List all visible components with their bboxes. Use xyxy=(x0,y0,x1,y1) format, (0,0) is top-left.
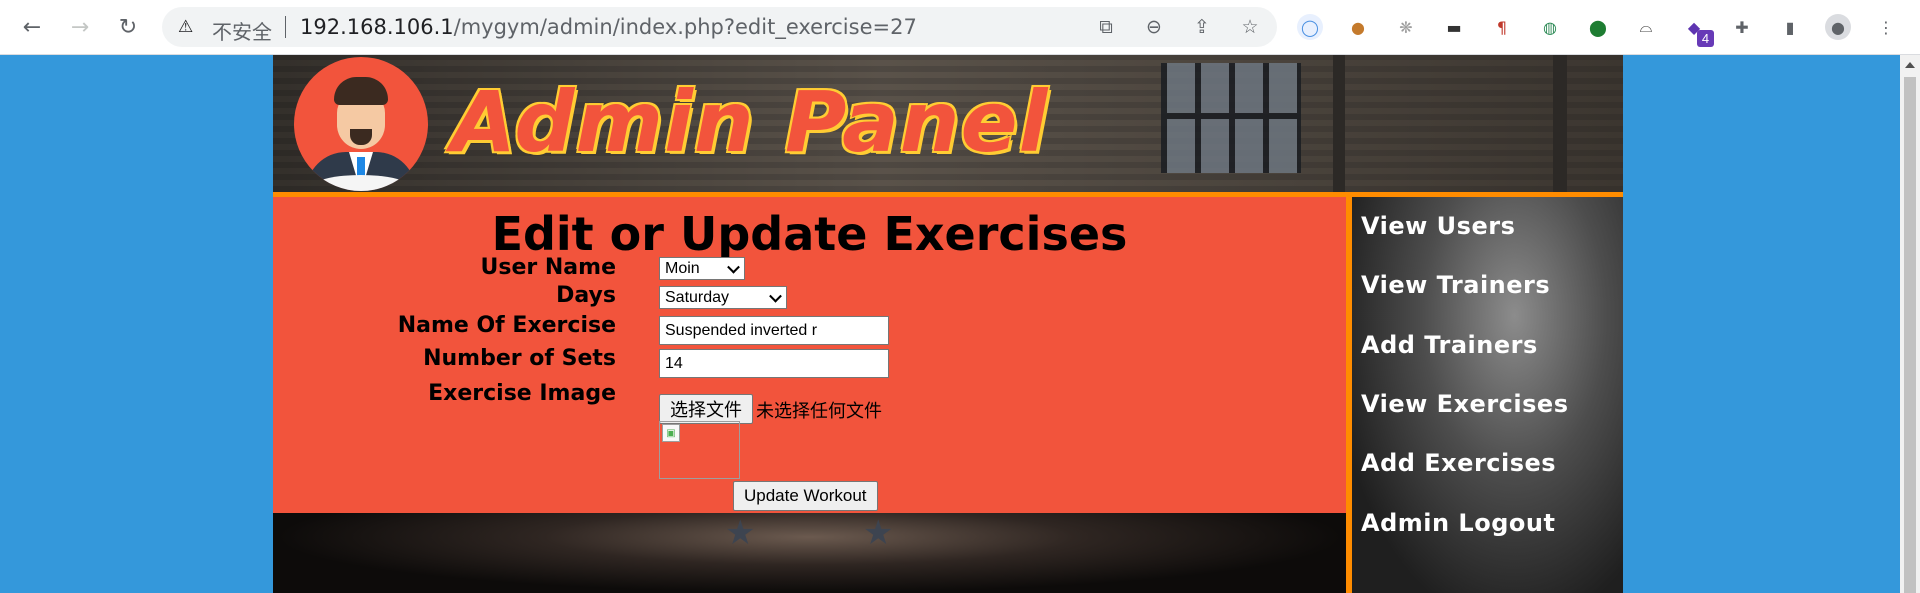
address-bar[interactable]: ⚠ 不安全 192.168.106.1/mygym/admin/index.ph… xyxy=(162,7,1277,47)
forward-button[interactable]: → xyxy=(65,12,95,42)
security-label[interactable]: 不安全 xyxy=(212,16,272,45)
url-text[interactable]: 192.168.106.1/mygym/admin/index.php?edit… xyxy=(300,15,917,39)
cookie-icon[interactable]: ● xyxy=(1345,14,1371,40)
zoom-out-icon[interactable]: ⊖ xyxy=(1142,15,1166,39)
broken-image-icon: ▣ xyxy=(662,424,680,442)
separator xyxy=(285,16,286,38)
sets-value: 14 xyxy=(665,354,683,372)
arrow-right-icon: → xyxy=(70,14,90,40)
browser-toolbar: ← → ↻ ⚠ 不安全 192.168.106.1/mygym/admin/in… xyxy=(0,0,1920,55)
background-beam xyxy=(1553,55,1567,192)
puzzle-icon[interactable]: ✚ xyxy=(1729,14,1755,40)
arrow-left-icon: ← xyxy=(22,14,42,40)
reload-button[interactable]: ↻ xyxy=(113,12,143,42)
main-content: Edit or Update Exercises User Name Moin … xyxy=(273,197,1346,513)
profile-avatar-icon[interactable]: ● xyxy=(1825,14,1851,40)
avatar-hair xyxy=(334,77,388,105)
url-path: /mygym/admin/index.php?edit_exercise=27 xyxy=(453,15,917,39)
star-tattoo-icon: ★ xyxy=(863,513,894,553)
warning-icon[interactable]: ⚠ xyxy=(178,17,198,37)
chevron-down-icon xyxy=(769,289,782,303)
file-status-text: 未选择任何文件 xyxy=(756,401,882,422)
paragraph-icon[interactable]: ¶ xyxy=(1489,14,1515,40)
sets-input[interactable]: 14 xyxy=(659,349,889,378)
sidebar-item-view-exercises[interactable]: View Exercises xyxy=(1361,390,1568,418)
sets-label: Number of Sets xyxy=(423,346,616,371)
extension-count-badge: 4 xyxy=(1697,30,1714,47)
admin-panel-logo-title: Admin Panel xyxy=(451,73,1049,171)
days-select[interactable]: Saturday xyxy=(659,286,787,309)
share-icon[interactable]: ⇪ xyxy=(1190,15,1214,39)
back-button[interactable]: ← xyxy=(17,12,47,42)
sidebar-item-view-users[interactable]: View Users xyxy=(1361,212,1515,240)
admin-avatar xyxy=(294,57,428,191)
sidebar-item-add-exercises[interactable]: Add Exercises xyxy=(1361,449,1556,477)
mask-icon[interactable]: ▬ xyxy=(1441,14,1467,40)
sidebar-item-add-trainers[interactable]: Add Trainers xyxy=(1361,331,1538,359)
exercise-name-label: Name Of Exercise xyxy=(397,313,616,338)
avatar-podium xyxy=(316,175,406,191)
sidebar-item-view-trainers[interactable]: View Trainers xyxy=(1361,271,1550,299)
bookmark-star-icon[interactable]: ☆ xyxy=(1238,15,1262,39)
user-name-value: Moin xyxy=(665,259,700,277)
menu-dots-icon[interactable]: ⋮ xyxy=(1873,14,1899,40)
choose-file-button[interactable]: 选择文件 xyxy=(659,394,753,424)
update-workout-button[interactable]: Update Workout xyxy=(733,481,878,511)
translate-icon[interactable]: ⧉ xyxy=(1094,15,1118,39)
exercise-name-value: Suspended inverted r xyxy=(665,321,818,339)
extension-gray-icon[interactable]: ❋ xyxy=(1393,14,1419,40)
scroll-up-icon[interactable] xyxy=(1905,62,1915,68)
star-tattoo-icon: ★ xyxy=(725,513,756,553)
page-scrollbar[interactable] xyxy=(1900,55,1920,593)
hat-icon[interactable]: ⌓ xyxy=(1633,14,1659,40)
exercise-image-label: Exercise Image xyxy=(428,381,616,406)
url-host: 192.168.106.1 xyxy=(300,15,454,39)
green-circle-icon[interactable]: ⬤ xyxy=(1585,14,1611,40)
days-value: Saturday xyxy=(665,288,730,306)
exercise-image-preview: ▣ xyxy=(659,421,740,479)
days-label: Days xyxy=(556,283,616,308)
user-name-select[interactable]: Moin xyxy=(659,257,745,280)
scrollbar-thumb[interactable] xyxy=(1904,77,1916,593)
background-beam xyxy=(1333,55,1345,192)
page-title: Edit or Update Exercises xyxy=(491,207,1128,261)
background-window xyxy=(1161,63,1301,173)
reload-icon: ↻ xyxy=(118,14,138,40)
sidebar-nav: View Users View Trainers Add Trainers Vi… xyxy=(1352,197,1623,593)
content-background-image: ★ ★ xyxy=(273,513,1346,593)
chevron-down-icon xyxy=(727,260,740,274)
site-header: Admin Panel xyxy=(273,55,1623,192)
user-name-label: User Name xyxy=(480,255,617,280)
site-container: Admin Panel Edit or Update Exercises Use… xyxy=(273,55,1623,593)
globe-icon[interactable]: ◍ xyxy=(1537,14,1563,40)
extension-circle-icon[interactable]: ◯ xyxy=(1297,14,1323,40)
exercise-name-input[interactable]: Suspended inverted r xyxy=(659,316,889,345)
side-panel-icon[interactable]: ▮ xyxy=(1777,14,1803,40)
sidebar-item-admin-logout[interactable]: Admin Logout xyxy=(1361,509,1555,537)
